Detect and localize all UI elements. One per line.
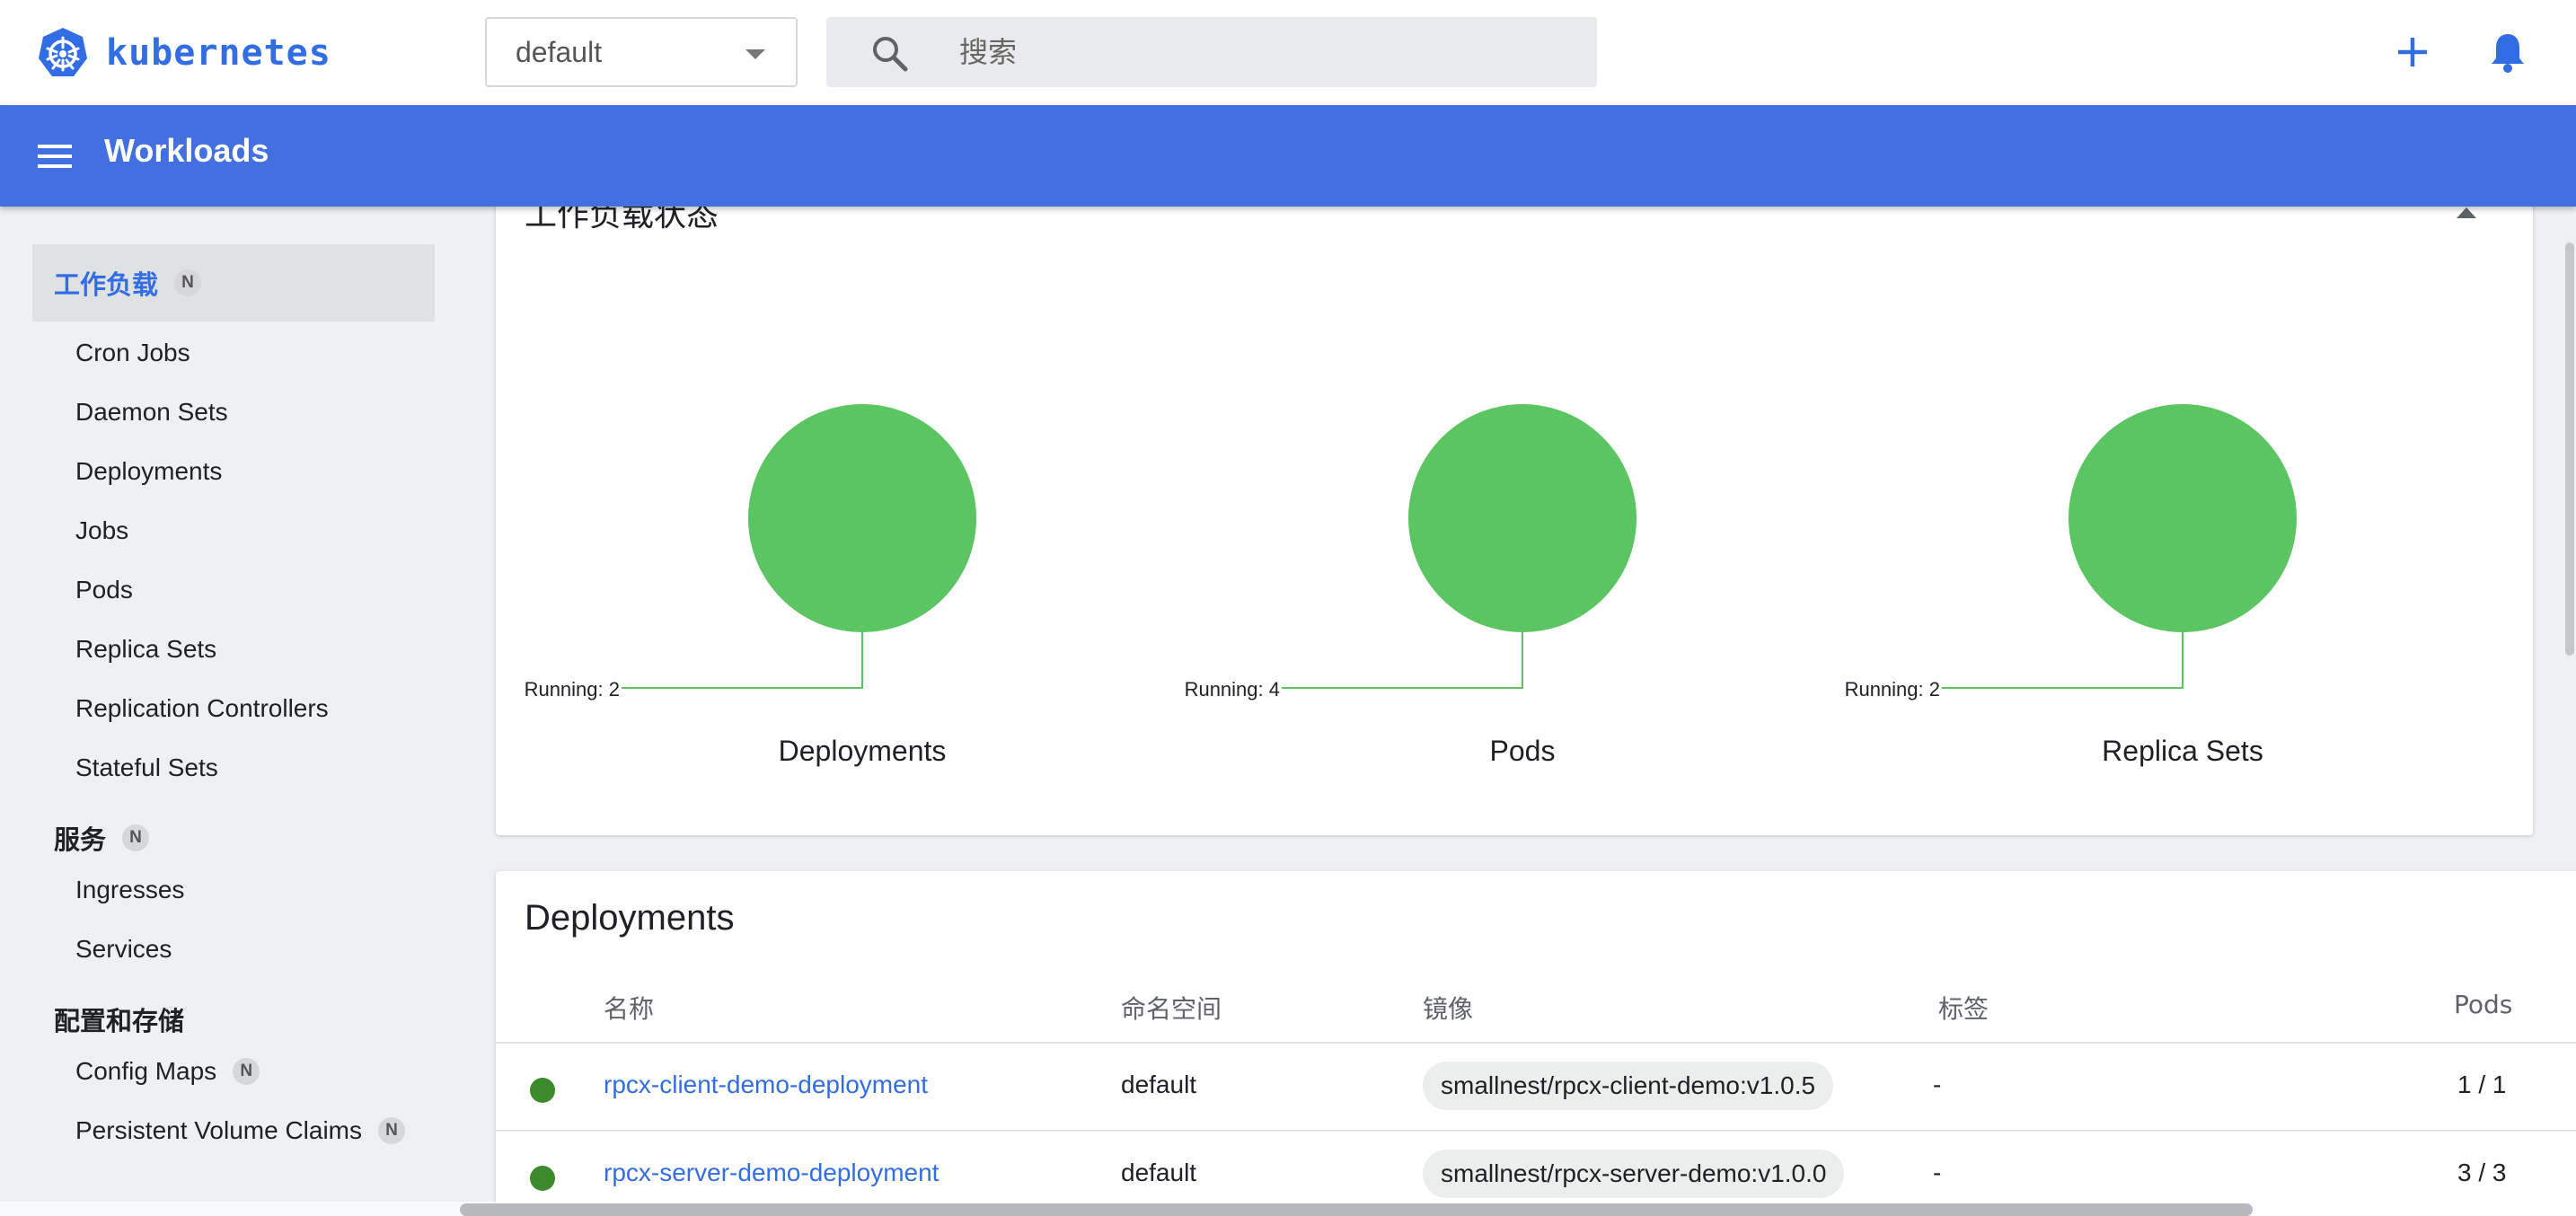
status-ok-icon xyxy=(530,1166,555,1191)
sidebar-item-jobs[interactable]: Jobs xyxy=(75,508,128,553)
deployments-card: Deployments 名称 命名空间 镜像 标签 Pods rpcx-clie… xyxy=(496,871,2576,1216)
sidebar-item-persistent-volume-claims[interactable]: Persistent Volume Claims N xyxy=(75,1108,406,1153)
deployments-card-title: Deployments xyxy=(525,898,735,938)
sidebar-item-ingresses[interactable]: Ingresses xyxy=(75,868,184,912)
image-chip: smallnest/rpcx-server-demo:v1.0.0 xyxy=(1423,1150,1845,1198)
running-slice xyxy=(2069,404,2297,632)
running-label: Running: 2 xyxy=(1845,678,1940,701)
sidebar-item-label: Services xyxy=(75,935,172,963)
sidebar-item-replica-sets[interactable]: Replica Sets xyxy=(75,627,216,672)
brand-name: kubernetes xyxy=(106,32,331,74)
namespaced-badge: N xyxy=(233,1058,260,1085)
sidebar: 工作负载 N Cron Jobs Daemon Sets Deployments… xyxy=(0,207,467,1216)
sidebar-section-label: 服务 xyxy=(54,824,107,855)
namespace-value: default xyxy=(516,35,603,68)
running-slice xyxy=(1408,404,1636,632)
status-ok-icon xyxy=(530,1078,555,1103)
deployment-name-link[interactable]: rpcx-client-demo-deployment xyxy=(604,1071,928,1099)
sidebar-section-label: 配置和存储 xyxy=(54,1006,185,1036)
deployment-name-link[interactable]: rpcx-server-demo-deployment xyxy=(604,1159,939,1187)
sidebar-item-label: Ingresses xyxy=(75,876,185,903)
sidebar-item-label: Replication Controllers xyxy=(75,694,329,722)
sidebar-item-deployments[interactable]: Deployments xyxy=(75,449,222,494)
search-input[interactable] xyxy=(959,17,1570,87)
deployment-namespace: default xyxy=(1121,1159,1197,1186)
sidebar-item-replication-controllers[interactable]: Replication Controllers xyxy=(75,686,329,731)
chart-title: Pods xyxy=(1489,735,1556,767)
chart-deployments: Running: 2 Deployments xyxy=(521,180,1204,835)
slice-leader-line xyxy=(622,632,863,689)
slice-leader-line xyxy=(1282,632,1523,689)
sidebar-item-label: Replica Sets xyxy=(75,635,217,663)
deployment-labels: - xyxy=(1933,1071,1942,1098)
page-title: Workloads xyxy=(104,132,269,169)
chart-pods: Running: 4 Pods xyxy=(1181,180,1864,835)
sidebar-section-services[interactable]: 服务 N xyxy=(32,799,435,877)
column-header-labels: 标签 xyxy=(1938,994,1989,1024)
search-icon xyxy=(873,37,908,72)
deployment-pods: 3 / 3 xyxy=(2457,1159,2507,1186)
horizontal-scrollbar[interactable] xyxy=(460,1203,2253,1216)
sidebar-section-workloads[interactable]: 工作负载 N xyxy=(32,244,435,322)
sidebar-item-daemon-sets[interactable]: Daemon Sets xyxy=(75,390,228,435)
chart-title: Deployments xyxy=(778,735,947,767)
sidebar-item-label: Cron Jobs xyxy=(75,339,190,366)
column-header-name[interactable]: 名称 xyxy=(604,990,654,1026)
sidebar-item-label: Config Maps xyxy=(75,1057,217,1085)
running-label: Running: 4 xyxy=(1185,678,1280,701)
notifications-bell-icon[interactable] xyxy=(2488,31,2527,74)
app-header: Workloads xyxy=(0,105,2576,207)
sidebar-item-label: Daemon Sets xyxy=(75,398,228,426)
sidebar-item-services[interactable]: Services xyxy=(75,927,172,972)
column-header-pods: Pods xyxy=(2454,990,2513,1019)
sidebar-item-label: Jobs xyxy=(75,516,129,544)
sidebar-item-stateful-sets[interactable]: Stateful Sets xyxy=(75,745,218,790)
sidebar-item-label: Stateful Sets xyxy=(75,753,218,781)
table-row: rpcx-client-demo-deployment default smal… xyxy=(496,1044,2576,1130)
sidebar-section-config-storage[interactable]: 配置和存储 xyxy=(32,981,435,1058)
sidebar-item-label: Persistent Volume Claims xyxy=(75,1116,363,1144)
namespaced-badge: N xyxy=(174,269,202,296)
brand-logo[interactable]: kubernetes xyxy=(36,24,331,82)
namespaced-badge: N xyxy=(378,1117,406,1144)
sidebar-item-pods[interactable]: Pods xyxy=(75,568,133,612)
namespace-select[interactable]: default xyxy=(485,17,798,87)
workload-status-card: 工作负载状态 Running: 2 Deployments Running: 4… xyxy=(496,180,2533,835)
sidebar-item-label: Pods xyxy=(75,576,133,604)
create-plus-icon[interactable] xyxy=(2395,34,2430,70)
sidebar-item-config-maps[interactable]: Config Maps N xyxy=(75,1049,260,1094)
kubernetes-helm-icon xyxy=(39,28,87,76)
caret-down-icon xyxy=(745,49,765,59)
running-slice xyxy=(748,404,976,632)
chart-replica-sets: Running: 2 Replica Sets xyxy=(1841,180,2524,835)
deployment-labels: - xyxy=(1933,1159,1942,1186)
column-header-namespace[interactable]: 命名空间 xyxy=(1121,990,1222,1026)
menu-hamburger-icon[interactable] xyxy=(36,137,74,175)
sidebar-section-label: 工作负载 xyxy=(54,269,159,300)
sidebar-item-label: Deployments xyxy=(75,457,223,485)
image-chip: smallnest/rpcx-client-demo:v1.0.5 xyxy=(1423,1062,1834,1110)
running-label: Running: 2 xyxy=(525,678,620,701)
slice-leader-line xyxy=(1942,632,2183,689)
sidebar-item-cron-jobs[interactable]: Cron Jobs xyxy=(75,330,190,375)
deployment-namespace: default xyxy=(1121,1071,1197,1098)
chart-title: Replica Sets xyxy=(2102,735,2263,767)
deployment-pods: 1 / 1 xyxy=(2457,1071,2507,1098)
top-bar: kubernetes default xyxy=(0,0,2576,105)
vertical-scrollbar[interactable] xyxy=(2565,242,2574,656)
search-box[interactable] xyxy=(826,17,1597,87)
column-header-images: 镜像 xyxy=(1423,994,1474,1024)
namespaced-badge: N xyxy=(122,824,150,851)
